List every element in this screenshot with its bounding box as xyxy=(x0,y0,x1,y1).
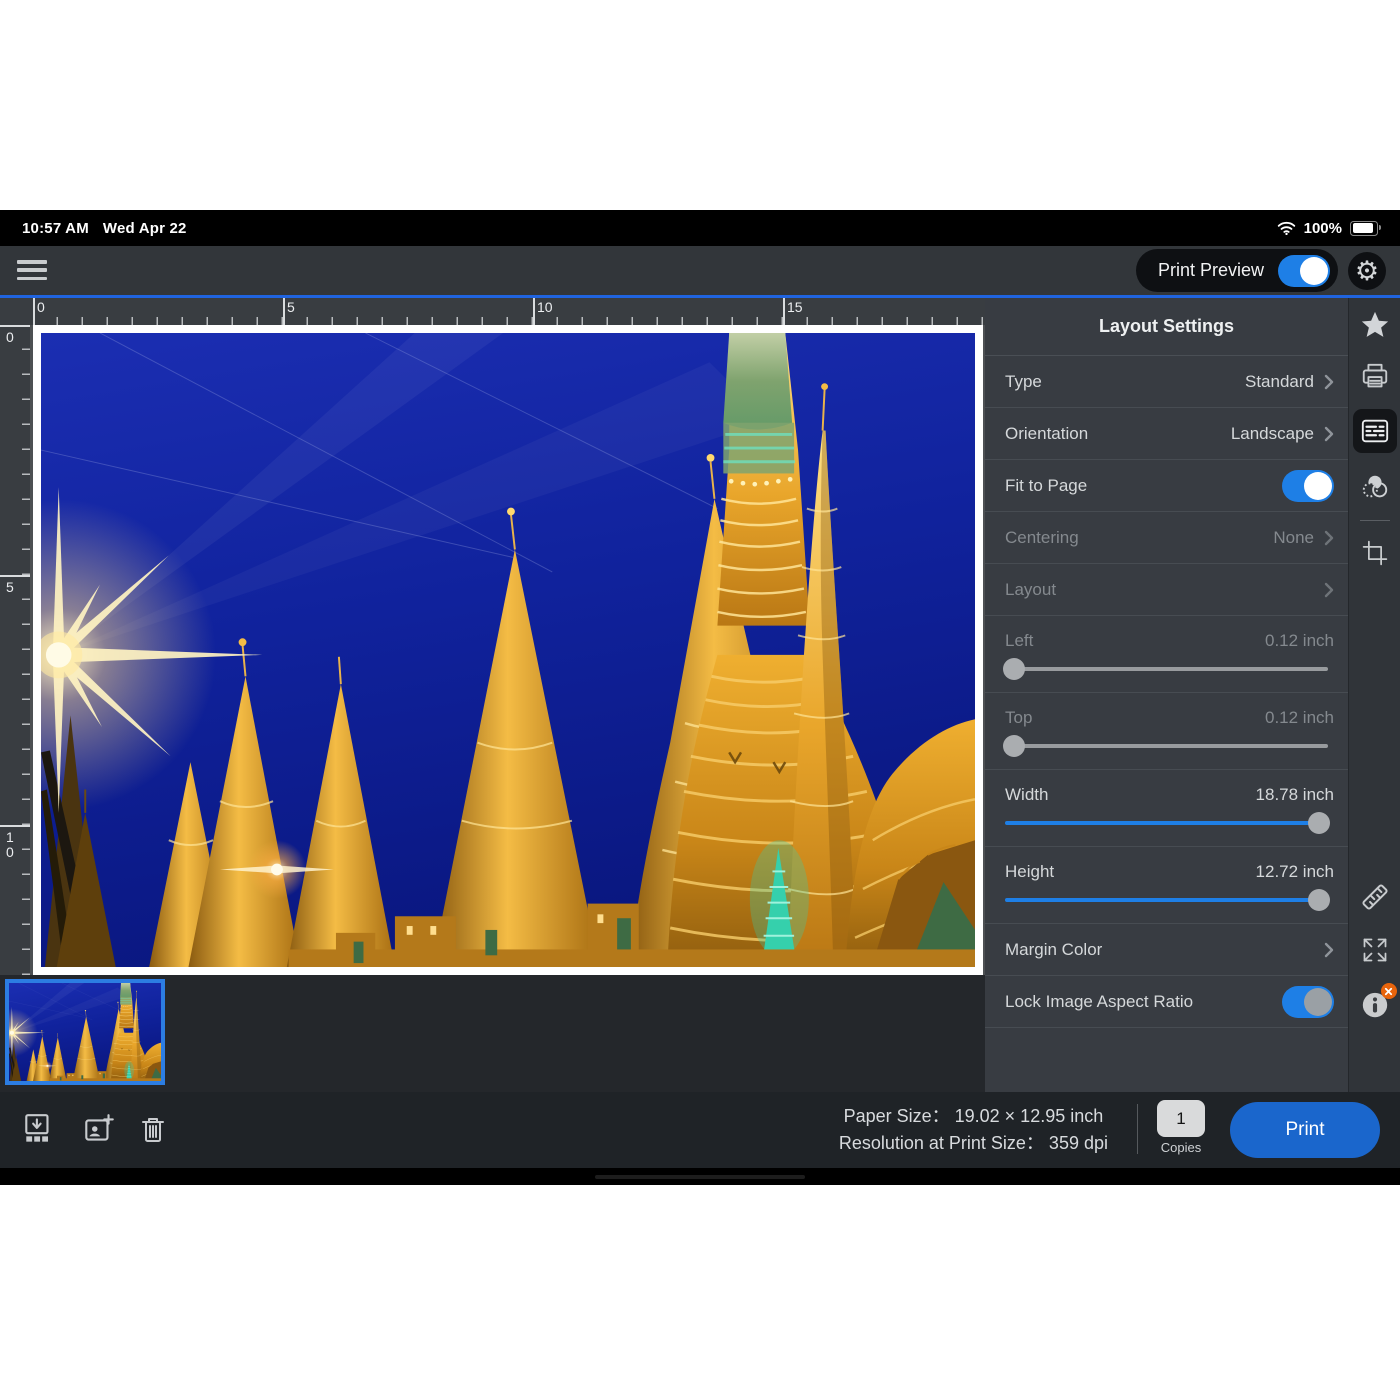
print-preview-paper xyxy=(33,325,983,975)
top-slider[interactable] xyxy=(1005,735,1328,757)
ruler-corner xyxy=(0,298,30,325)
row-centering[interactable]: Centering None xyxy=(985,512,1348,564)
copies-label: Copies xyxy=(1156,1140,1206,1155)
vruler-label-10: 10 xyxy=(6,830,18,860)
bottom-bar: Paper Size： 19.02 × 12.95 inch Resolutio… xyxy=(0,1092,1400,1168)
paper-size-text: Paper Size： 19.02 × 12.95 inch xyxy=(839,1103,1108,1130)
centering-value: None xyxy=(1273,528,1314,548)
lock-aspect-toggle[interactable] xyxy=(1282,986,1334,1018)
battery-percent: 100% xyxy=(1304,220,1342,237)
layout-label: Layout xyxy=(1005,580,1314,600)
row-top-margin: Top 0.12 inch xyxy=(985,693,1348,770)
battery-icon xyxy=(1350,221,1378,236)
thumbnail-strip xyxy=(0,975,985,1092)
row-margin-color[interactable]: Margin Color xyxy=(985,924,1348,976)
tool-strip xyxy=(1348,298,1400,1092)
ruler-icon[interactable] xyxy=(1358,880,1392,914)
height-label: Height xyxy=(1005,862,1256,882)
row-width: Width 18.78 inch xyxy=(985,770,1348,847)
print-preview-label: Print Preview xyxy=(1158,260,1264,281)
left-slider[interactable] xyxy=(1005,658,1328,680)
delete-trash-icon[interactable] xyxy=(134,1111,172,1149)
centering-label: Centering xyxy=(1005,528,1273,548)
type-value: Standard xyxy=(1245,372,1314,392)
row-layout[interactable]: Layout xyxy=(985,564,1348,616)
top-value: 0.12 inch xyxy=(1265,708,1334,728)
pagoda-photo xyxy=(41,333,975,967)
top-toolbar: Print Preview ⚙ xyxy=(0,246,1400,295)
favorite-star-icon[interactable] xyxy=(1358,308,1392,342)
print-preview-pill: Print Preview xyxy=(1136,249,1338,292)
strip-divider xyxy=(1360,520,1390,521)
chevron-right-icon xyxy=(1324,582,1334,598)
screenshot-stage: 10:57 AM Wed Apr 22 100% Print Preview ⚙… xyxy=(0,0,1400,1400)
preview-workspace: 0 5 10 15 0 5 10 xyxy=(0,298,985,1092)
copies-stepper[interactable]: 1 xyxy=(1157,1100,1205,1137)
width-slider[interactable] xyxy=(1005,812,1328,834)
print-info-text: Paper Size： 19.02 × 12.95 inch Resolutio… xyxy=(839,1103,1108,1157)
row-orientation[interactable]: Orientation Landscape xyxy=(985,408,1348,460)
layout-settings-panel: Layout Settings Type Standard Orientatio… xyxy=(985,298,1348,1092)
footer-divider xyxy=(1137,1104,1138,1154)
hruler-label-5: 5 xyxy=(287,299,295,315)
status-bar: 10:57 AM Wed Apr 22 100% xyxy=(0,210,1400,246)
row-type[interactable]: Type Standard xyxy=(985,356,1348,408)
hruler-label-15: 15 xyxy=(787,299,803,315)
width-label: Width xyxy=(1005,785,1256,805)
chevron-right-icon xyxy=(1324,426,1334,442)
panel-title: Layout Settings xyxy=(985,298,1348,356)
menu-icon[interactable] xyxy=(17,258,47,282)
chevron-right-icon xyxy=(1324,374,1334,390)
status-date: Wed Apr 22 xyxy=(103,220,187,237)
gear-icon[interactable]: ⚙ xyxy=(1348,252,1386,290)
crop-icon[interactable] xyxy=(1358,536,1392,570)
height-slider[interactable] xyxy=(1005,889,1328,911)
left-value: 0.12 inch xyxy=(1265,631,1334,651)
vruler-label-5: 5 xyxy=(6,580,18,595)
vruler-label-0: 0 xyxy=(6,330,18,345)
save-to-list-icon[interactable] xyxy=(20,1111,58,1149)
orientation-value: Landscape xyxy=(1231,424,1314,444)
chevron-right-icon xyxy=(1324,530,1334,546)
fit-to-page-toggle[interactable] xyxy=(1282,470,1334,502)
margin-color-label: Margin Color xyxy=(1005,940,1314,960)
vertical-ruler: 0 5 10 xyxy=(0,325,30,975)
row-lock-aspect-ratio: Lock Image Aspect Ratio xyxy=(985,976,1348,1028)
resolution-text: Resolution at Print Size： 359 dpi xyxy=(839,1130,1108,1157)
orientation-label: Orientation xyxy=(1005,424,1231,444)
info-badge-icon xyxy=(1381,983,1397,999)
home-indicator xyxy=(0,1168,1400,1185)
chevron-right-icon xyxy=(1324,942,1334,958)
hruler-label-10: 10 xyxy=(537,299,553,315)
type-label: Type xyxy=(1005,372,1245,392)
top-label: Top xyxy=(1005,708,1265,728)
print-app-window: 10:57 AM Wed Apr 22 100% Print Preview ⚙… xyxy=(0,210,1400,1185)
width-value: 18.78 inch xyxy=(1256,785,1334,805)
height-value: 12.72 inch xyxy=(1256,862,1334,882)
wifi-icon xyxy=(1277,221,1296,235)
row-fit-to-page: Fit to Page xyxy=(985,460,1348,512)
photo-thumbnail-selected[interactable] xyxy=(5,979,165,1085)
print-button[interactable]: Print xyxy=(1230,1102,1380,1158)
horizontal-ruler: 0 5 10 15 xyxy=(30,298,985,325)
left-label: Left xyxy=(1005,631,1265,651)
lock-aspect-label: Lock Image Aspect Ratio xyxy=(1005,992,1282,1012)
row-height: Height 12.72 inch xyxy=(985,847,1348,924)
status-time: 10:57 AM xyxy=(22,220,89,237)
printer-icon[interactable] xyxy=(1358,360,1392,394)
add-image-icon[interactable] xyxy=(80,1111,118,1149)
print-preview-toggle[interactable] xyxy=(1278,255,1330,287)
hruler-label-0: 0 xyxy=(37,299,45,315)
fit-to-page-label: Fit to Page xyxy=(1005,476,1282,496)
row-left-margin: Left 0.12 inch xyxy=(985,616,1348,693)
expand-icon[interactable] xyxy=(1358,933,1392,967)
color-adjustment-icon[interactable] xyxy=(1358,470,1392,504)
copies-control: 1 Copies xyxy=(1156,1100,1206,1155)
info-icon[interactable] xyxy=(1358,988,1392,1022)
layout-settings-icon[interactable] xyxy=(1358,414,1392,448)
